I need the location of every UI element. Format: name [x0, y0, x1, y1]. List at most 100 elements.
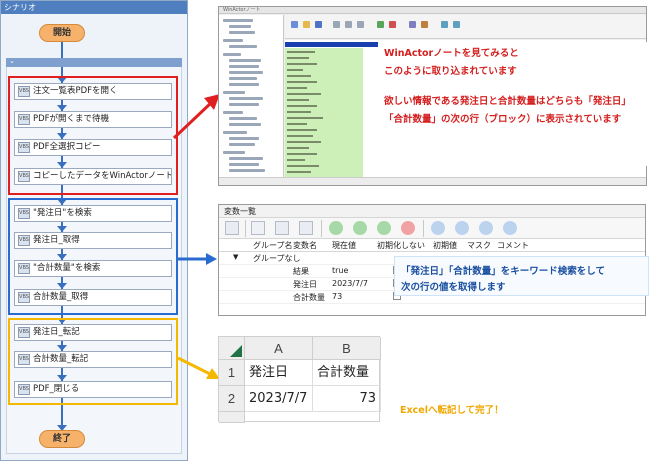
tree-item[interactable] [229, 97, 263, 100]
tree-item[interactable] [223, 151, 245, 154]
cell-b1[interactable]: 合計数量 [313, 360, 381, 386]
tree-item[interactable] [229, 77, 257, 80]
vbs-icon: VBS [18, 171, 30, 182]
variable-name: 発注日 [293, 280, 317, 289]
tree-item[interactable] [229, 157, 263, 160]
text-line [287, 129, 317, 131]
tree-item[interactable] [223, 39, 243, 42]
save-icon[interactable] [315, 21, 322, 28]
action-node[interactable]: VBS "発注日"を検索 [14, 205, 172, 222]
start-node[interactable]: 開始 [39, 24, 85, 42]
search-icon[interactable] [251, 221, 265, 235]
tree-item[interactable] [229, 163, 259, 166]
action-tree-panel[interactable] [219, 15, 284, 177]
col-header-comment[interactable]: コメント [497, 240, 529, 251]
block-icon[interactable] [453, 21, 460, 28]
col-header-value[interactable]: 現在値 [332, 240, 356, 251]
variable-value: 2023/7/7 [332, 279, 368, 288]
expand-icon[interactable]: ▼ [233, 253, 238, 261]
action-node[interactable]: VBS 合計数量_転記 [14, 351, 172, 368]
tree-item[interactable] [229, 25, 251, 28]
tree-item[interactable] [223, 91, 245, 94]
tree-item[interactable] [229, 65, 259, 68]
add-group-icon[interactable] [431, 221, 445, 235]
end-node[interactable]: 終了 [39, 430, 85, 448]
collapse-icon[interactable]: ⌄ [9, 57, 15, 65]
cell-b2[interactable]: 73 [313, 386, 381, 412]
action-node[interactable]: VBS 注文一覧表PDFを開く [14, 83, 172, 100]
tree-item[interactable] [229, 143, 255, 146]
group-down-icon[interactable] [479, 221, 493, 235]
replace-icon[interactable] [389, 21, 396, 28]
tree-item[interactable] [229, 59, 261, 62]
col-header-noinit[interactable]: 初期化しない [377, 240, 425, 251]
excel-callout: Excelへ転記して完了！ [400, 405, 504, 416]
blue-pointer-arrow [176, 253, 217, 265]
table-icon[interactable] [225, 221, 239, 235]
cell-a2[interactable]: 2023/7/7 [245, 386, 313, 412]
tree-item[interactable] [229, 31, 255, 34]
new-icon[interactable] [291, 21, 298, 28]
tree-item[interactable] [229, 103, 259, 106]
action-node[interactable]: VBS 発注日_転記 [14, 324, 172, 341]
action-node[interactable]: VBS PDF全選択コピー [14, 139, 172, 156]
copy-icon[interactable] [345, 21, 352, 28]
tree-item[interactable] [229, 137, 259, 140]
delete-group-icon[interactable] [299, 221, 313, 235]
find-icon[interactable] [377, 21, 384, 28]
up-icon[interactable] [353, 221, 367, 235]
font-icon[interactable] [409, 21, 416, 28]
action-node[interactable]: VBS PDFが開くまで待機 [14, 111, 172, 128]
open-icon[interactable] [303, 21, 310, 28]
row-header-1[interactable]: 1 [219, 360, 245, 386]
cut-icon[interactable] [333, 21, 340, 28]
action-node[interactable]: VBS "合計数量"を検索 [14, 260, 172, 277]
tree-item[interactable] [229, 71, 263, 74]
row-header-3[interactable] [219, 412, 245, 423]
tree-item[interactable] [229, 123, 261, 126]
down-icon[interactable] [377, 221, 391, 235]
tree-item[interactable] [229, 45, 257, 48]
text-line [287, 75, 311, 77]
tree-item[interactable] [223, 131, 247, 134]
action-node[interactable]: VBSコピーしたデータをWinActorノートへ読み込み [14, 168, 172, 185]
tree-item[interactable] [229, 83, 259, 86]
text-line [287, 87, 307, 89]
import-icon[interactable] [275, 221, 289, 235]
col-header-name[interactable]: 変数名 [293, 240, 317, 251]
tree-item[interactable] [229, 117, 257, 120]
variable-callout-line1: 「発注日」「合計数量」をキーワード検索をして [401, 266, 605, 277]
text-line [287, 69, 303, 71]
action-node[interactable]: VBS 発注日_取得 [14, 232, 172, 249]
col-header-mask[interactable]: マスク [467, 240, 491, 251]
remove-icon[interactable] [401, 221, 415, 235]
action-label: 注文一覧表PDFを開く [33, 86, 118, 96]
row-header-2[interactable]: 2 [219, 386, 245, 412]
tree-item[interactable] [229, 169, 265, 172]
col-header-initial[interactable]: 初期値 [433, 240, 457, 251]
color-icon[interactable] [421, 21, 428, 28]
action-label: 発注日_取得 [33, 235, 80, 245]
vbs-icon: VBS [18, 384, 30, 395]
group-remove-icon[interactable] [503, 221, 517, 235]
select-all-corner[interactable] [219, 337, 245, 360]
scenario-title: シナリオ [1, 1, 187, 14]
column-header-a[interactable]: A [245, 337, 313, 360]
action-node[interactable]: VBS 合計数量_取得 [14, 289, 172, 306]
tree-item[interactable] [223, 53, 241, 56]
paste-icon[interactable] [357, 21, 364, 28]
block-icon[interactable] [441, 21, 448, 28]
action-node[interactable]: VBS PDF_閉じる [14, 381, 172, 398]
group-up-icon[interactable] [455, 221, 469, 235]
tree-item[interactable] [223, 19, 253, 22]
tree-item[interactable] [223, 111, 243, 114]
vbs-icon: VBS [18, 235, 30, 246]
note-callout-line4: 「合計数量」の次の行（ブロック）に表示されています [384, 114, 622, 125]
col-header-group[interactable]: グループ名 [253, 240, 293, 251]
column-header-b[interactable]: B [313, 337, 381, 360]
flow-group-header[interactable]: ⌄ [6, 57, 182, 67]
note-toolbar [285, 15, 646, 39]
add-icon[interactable] [329, 221, 343, 235]
text-line [287, 141, 321, 143]
cell-a1[interactable]: 発注日 [245, 360, 313, 386]
